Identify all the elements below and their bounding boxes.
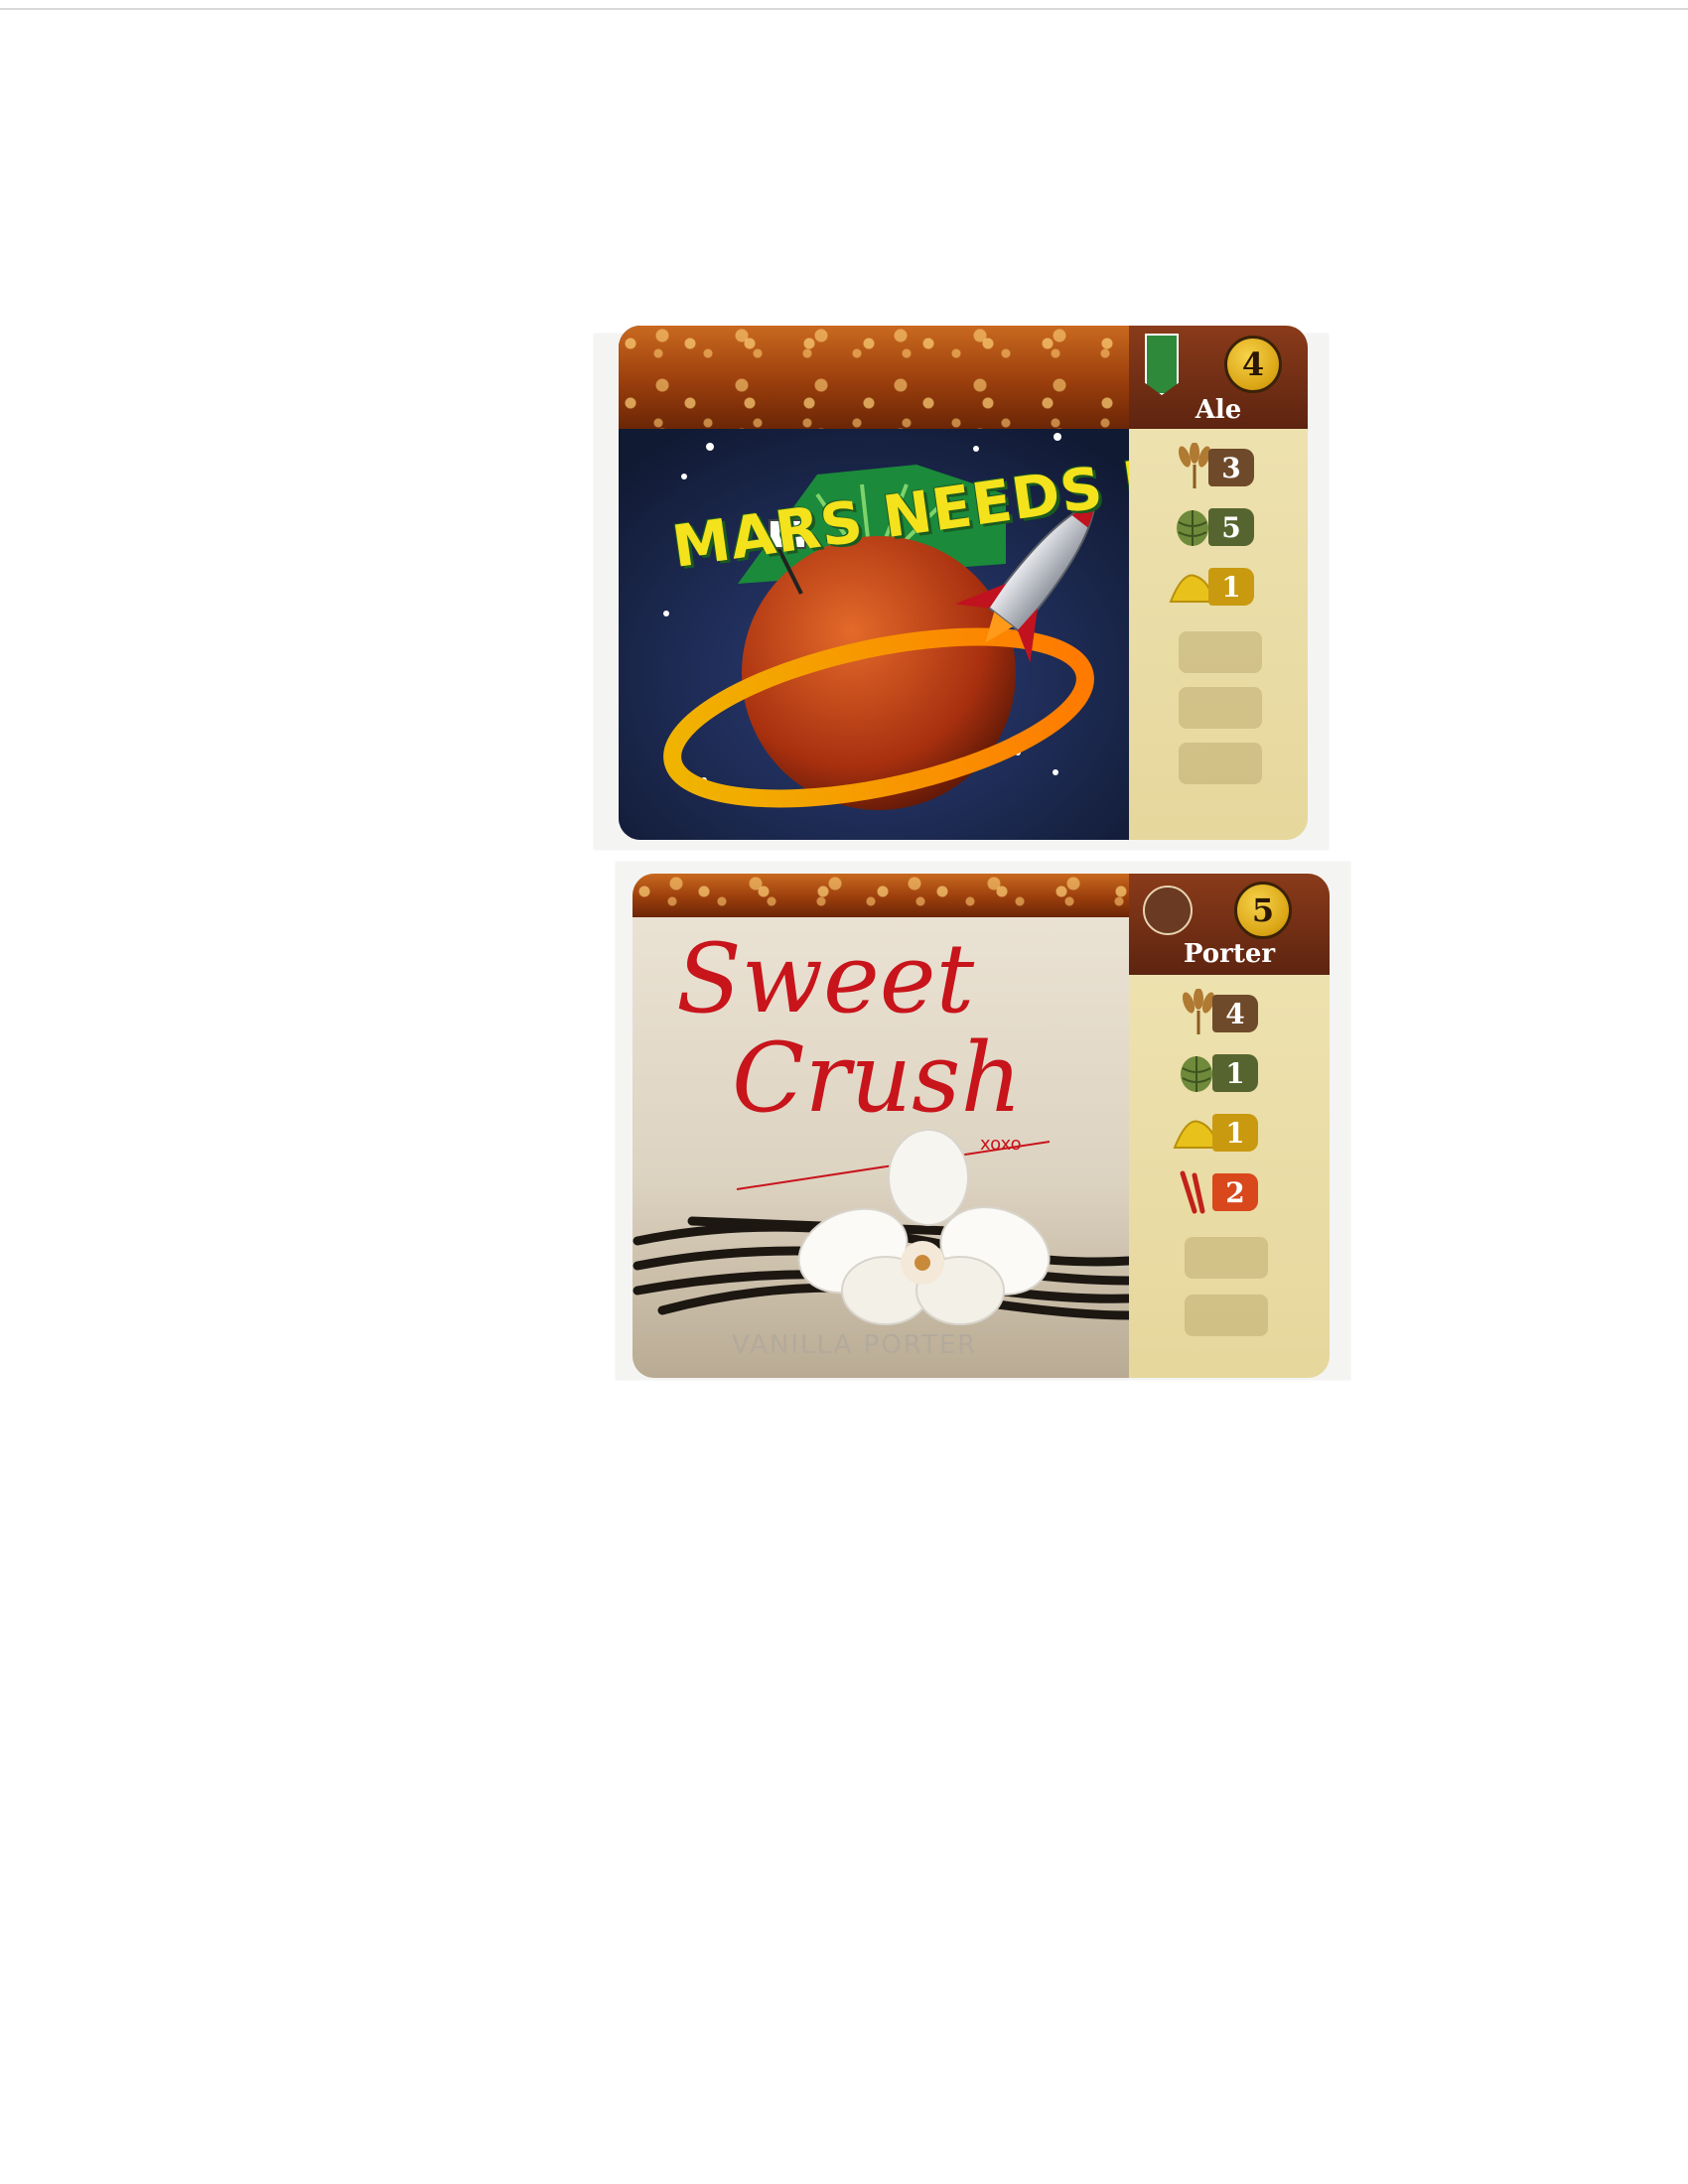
beer-card-sweet-crush[interactable]: Sweet Crush xoxo VANILLA PORTER 5 Porter… [633,874,1330,1378]
spice-value: 2 [1212,1173,1258,1211]
points-badge: 4 [1224,336,1282,393]
empty-ingredient-slot [1179,687,1262,729]
malt-value: 3 [1208,449,1254,486]
ingredient-malt: 3 [1169,443,1268,490]
empty-ingredient-slot [1185,1237,1268,1279]
card-art: MARS NEEDS IPA [619,326,1233,840]
empty-ingredient-slot [1185,1295,1268,1336]
malt-value: 4 [1212,995,1258,1032]
beer-subtitle: VANILLA PORTER [732,1330,978,1360]
ingredient-yeast: 1 [1173,1108,1272,1156]
ingredient-hops: 5 [1169,502,1268,550]
card-art: Sweet Crush xoxo VANILLA PORTER [633,874,1129,1378]
beer-style-label: Ale [1195,395,1242,425]
hops-value: 5 [1208,508,1254,546]
beer-style-label: Porter [1183,939,1276,969]
hop-style-flag-icon [1145,334,1179,395]
points-badge: 5 [1234,882,1292,939]
card-title-line1: Sweet [676,923,975,1034]
style-band: 4 Ale [1129,326,1308,429]
beer-card-mars-needs-ipa[interactable]: MARS NEEDS IPA 4 Ale 3 5 1 [619,326,1308,840]
ingredient-hops: 1 [1173,1048,1272,1096]
card-title-line2: Crush [732,1023,1023,1134]
yeast-value: 1 [1208,568,1254,606]
mars-illustration [619,429,1129,840]
card-sidebar: 4 Ale 3 5 1 [1129,326,1308,840]
card-sidebar: 5 Porter 4 1 1 2 [1129,874,1330,1378]
empty-ingredient-slot [1179,743,1262,784]
style-band: 5 Porter [1129,874,1330,975]
ingredient-spice: 2 [1173,1167,1272,1215]
hops-value: 1 [1212,1054,1258,1092]
empty-ingredient-slot [1179,631,1262,673]
ingredient-malt: 4 [1173,989,1272,1036]
signoff-text: xoxo [980,1134,1022,1155]
scan-edge [0,8,1688,10]
barrel-style-icon [1143,886,1193,935]
ingredient-yeast: 1 [1169,562,1268,610]
yeast-value: 1 [1212,1114,1258,1152]
